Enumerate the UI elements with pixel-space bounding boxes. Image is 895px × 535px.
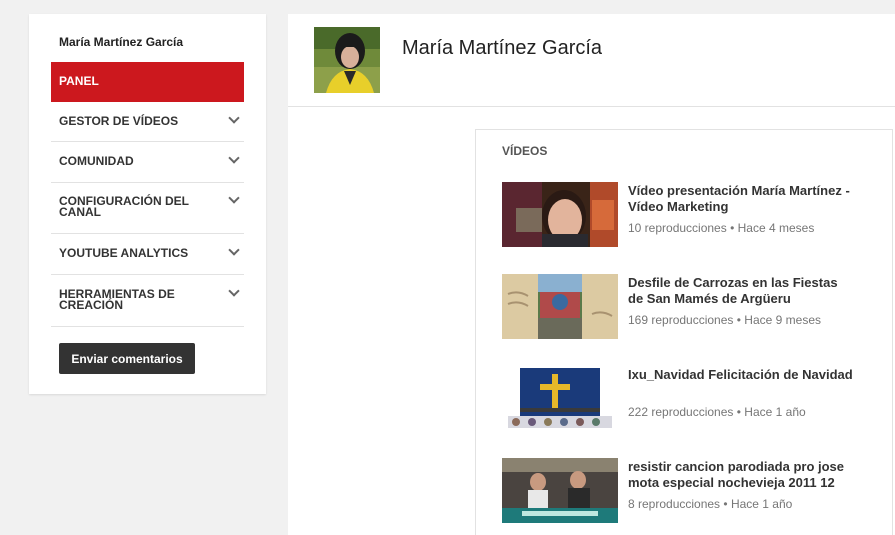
sidebar-user-name[interactable]: María Martínez García [59, 35, 183, 49]
video-thumbnail[interactable] [502, 366, 618, 431]
video-thumbnail[interactable] [502, 182, 618, 247]
video-meta: 222 reproducciones • Hace 1 año [628, 405, 806, 419]
video-views: 169 reproducciones [628, 313, 734, 327]
meta-separator: • [730, 221, 738, 235]
chevron-down-icon[interactable] [228, 112, 240, 124]
avatar[interactable] [314, 27, 380, 93]
sidebar-item-label: HERRAMIENTAS DE CREACIÓN [59, 287, 175, 312]
video-item[interactable]: Ixu_Navidad Felicitación de Navidad 222 … [502, 366, 882, 432]
sidebar-item-label: CONFIGURACIÓN DEL CANAL [59, 194, 189, 219]
sidebar-item-community[interactable]: COMUNIDAD [51, 142, 244, 183]
video-item[interactable]: Vídeo presentación María Martínez - Víde… [502, 182, 882, 248]
video-age: Hace 1 año [744, 405, 806, 419]
sidebar-item-creation-tools[interactable]: HERRAMIENTAS DE CREACIÓN [51, 275, 244, 327]
video-item[interactable]: resistir cancion parodiada pro jose mota… [502, 458, 882, 524]
video-title[interactable]: resistir cancion parodiada pro jose mota… [628, 459, 853, 491]
main-content: VÍDEOS Vídeo presentación María Martínez… [288, 107, 895, 535]
channel-name[interactable]: María Martínez García [402, 37, 602, 60]
chevron-down-icon[interactable] [228, 285, 240, 297]
sidebar-item-video-manager[interactable]: GESTOR DE VÍDEOS [51, 102, 244, 142]
video-meta: 8 reproducciones • Hace 1 año [628, 497, 792, 511]
video-views: 222 reproducciones [628, 405, 734, 419]
video-title[interactable]: Ixu_Navidad Felicitación de Navidad [628, 367, 853, 383]
videos-section-title: VÍDEOS [502, 144, 548, 158]
video-age: Hace 4 meses [737, 221, 815, 235]
video-meta: 169 reproducciones • Hace 9 meses [628, 313, 821, 327]
video-meta: 10 reproducciones • Hace 4 meses [628, 221, 814, 235]
videos-card: VÍDEOS Vídeo presentación María Martínez… [475, 129, 893, 535]
sidebar-item-channel-settings[interactable]: CONFIGURACIÓN DEL CANAL [51, 183, 244, 234]
send-feedback-button[interactable]: Enviar comentarios [59, 343, 195, 374]
sidebar-item-label: GESTOR DE VÍDEOS [59, 114, 179, 128]
sidebar-item-label: COMUNIDAD [59, 154, 134, 168]
video-age: Hace 1 año [730, 497, 793, 511]
video-age: Hace 9 meses [744, 313, 821, 327]
chevron-down-icon[interactable] [228, 192, 240, 204]
channel-header: María Martínez García [288, 14, 895, 107]
video-thumbnail[interactable] [502, 458, 618, 523]
chevron-down-icon[interactable] [228, 244, 240, 256]
sidebar-item-analytics[interactable]: YOUTUBE ANALYTICS [51, 234, 244, 275]
chevron-down-icon[interactable] [228, 152, 240, 164]
video-thumbnail[interactable] [502, 274, 618, 339]
video-views: 8 reproducciones [628, 497, 721, 511]
sidebar-item-label: YOUTUBE ANALYTICS [59, 246, 189, 260]
video-title[interactable]: Vídeo presentación María Martínez - Víde… [628, 183, 853, 215]
video-views: 10 reproducciones [628, 221, 727, 235]
sidebar: María Martínez García PANEL GESTOR DE VÍ… [29, 14, 266, 394]
video-item[interactable]: Desfile de Carrozas en las Fiestas de Sa… [502, 274, 882, 340]
meta-separator: • [723, 497, 731, 511]
sidebar-item-panel[interactable]: PANEL [51, 62, 244, 102]
video-title[interactable]: Desfile de Carrozas en las Fiestas de Sa… [628, 275, 853, 307]
